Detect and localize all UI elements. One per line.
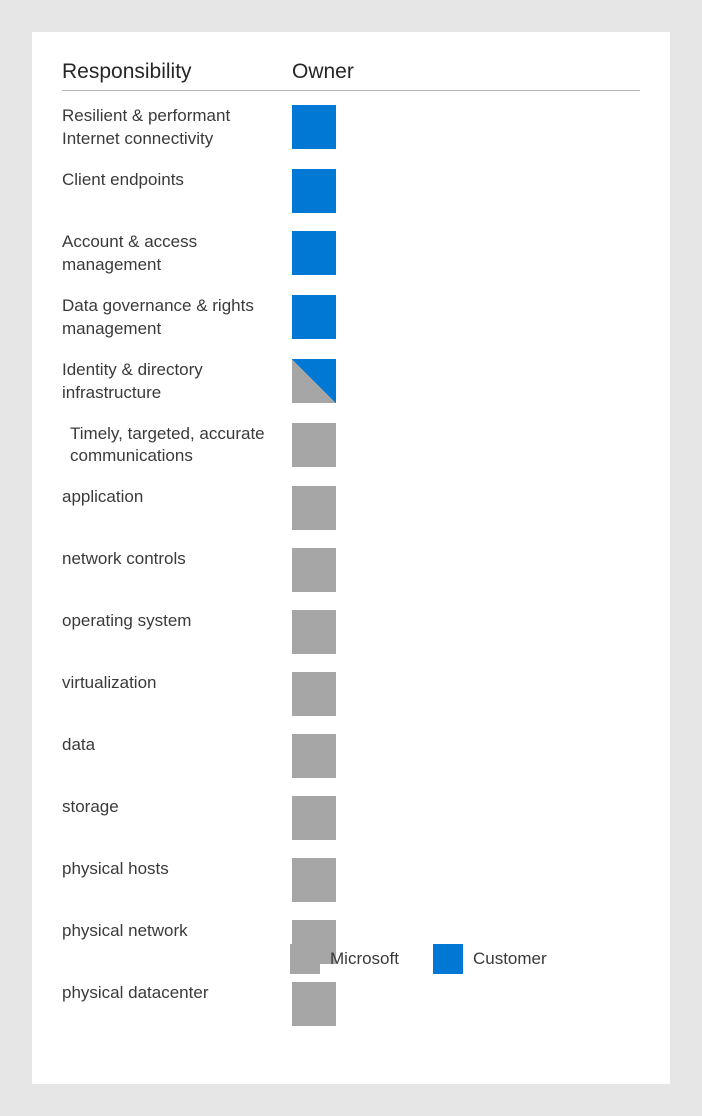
- legend-item-microsoft: Microsoft: [290, 944, 399, 974]
- owner-swatch-icon: [292, 548, 336, 592]
- row-label: physical hosts: [62, 858, 292, 881]
- table-row: Resilient & performant Internet connecti…: [62, 105, 640, 151]
- row-label: Client endpoints: [62, 169, 292, 192]
- row-label: virtualization: [62, 672, 292, 695]
- owner-swatch-icon: [292, 982, 336, 1026]
- row-label: Identity & directory infrastructure: [62, 359, 292, 405]
- row-label: Timely, targeted, accurate communication…: [62, 423, 292, 469]
- table-row: Data governance & rights management: [62, 295, 640, 341]
- owner-swatch-icon: [292, 295, 336, 339]
- owner-swatch-icon: [292, 105, 336, 149]
- row-label: network controls: [62, 548, 292, 571]
- table-row: virtualization: [62, 672, 640, 716]
- table-row: data: [62, 734, 640, 778]
- header-owner: Owner: [292, 60, 354, 84]
- legend-item-customer: Customer: [433, 944, 547, 974]
- row-label: application: [62, 486, 292, 509]
- owner-swatch-icon: [292, 796, 336, 840]
- table-row: physical hosts: [62, 858, 640, 902]
- table-row: network controls: [62, 548, 640, 592]
- chart-card: Responsibility Owner Resilient & perform…: [32, 32, 670, 1084]
- table-row: Account & access management: [62, 231, 640, 277]
- legend: Microsoft Customer: [290, 944, 547, 974]
- table-row: Identity & directory infrastructure: [62, 359, 640, 405]
- legend-label-microsoft: Microsoft: [330, 949, 399, 969]
- table-row: Timely, targeted, accurate communication…: [62, 423, 640, 469]
- rows-container: Resilient & performant Internet connecti…: [62, 105, 640, 1026]
- legend-label-customer: Customer: [473, 949, 547, 969]
- table-row: storage: [62, 796, 640, 840]
- owner-swatch-icon: [292, 423, 336, 467]
- owner-swatch-icon: [292, 169, 336, 213]
- table-row: operating system: [62, 610, 640, 654]
- column-headers: Responsibility Owner: [62, 60, 640, 91]
- owner-swatch-icon: [292, 231, 336, 275]
- legend-swatch-microsoft-icon: [290, 944, 320, 974]
- table-row: physical datacenter: [62, 982, 640, 1026]
- owner-swatch-icon: [292, 672, 336, 716]
- row-label: Resilient & performant Internet connecti…: [62, 105, 292, 151]
- table-row: Client endpoints: [62, 169, 640, 213]
- owner-swatch-icon: [292, 610, 336, 654]
- row-label: physical datacenter: [62, 982, 292, 1005]
- owner-swatch-icon: [292, 486, 336, 530]
- legend-swatch-customer-icon: [433, 944, 463, 974]
- owner-swatch-icon: [292, 734, 336, 778]
- table-row: application: [62, 486, 640, 530]
- header-responsibility: Responsibility: [62, 60, 292, 84]
- row-label: storage: [62, 796, 292, 819]
- row-label: physical network: [62, 920, 292, 943]
- row-label: Data governance & rights management: [62, 295, 292, 341]
- row-label: operating system: [62, 610, 292, 633]
- row-label: Account & access management: [62, 231, 292, 277]
- owner-swatch-icon: [292, 858, 336, 902]
- row-label: data: [62, 734, 292, 757]
- owner-swatch-icon: [292, 359, 336, 403]
